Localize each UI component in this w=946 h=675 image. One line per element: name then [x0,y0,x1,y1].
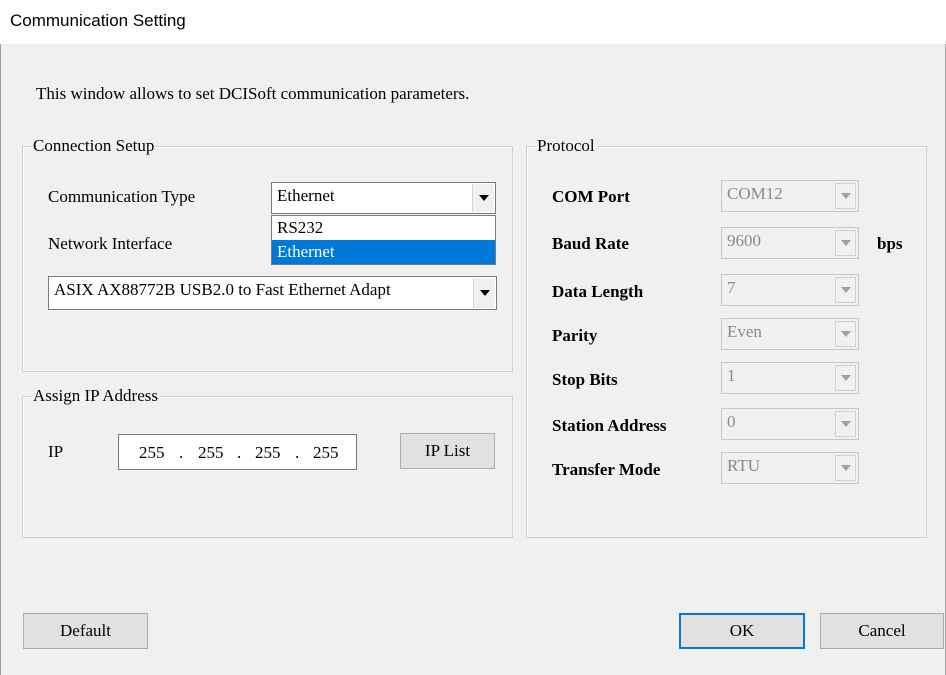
parity-select[interactable]: Even [721,318,859,350]
chevron-down-icon [480,290,490,296]
communication-type-select[interactable]: Ethernet [271,182,496,214]
ip-label: IP [48,442,64,461]
data-length-value: 7 [727,278,736,297]
data-length-select[interactable]: 7 [721,274,859,306]
ip-address-input[interactable]: 255 . 255 . 255 . 255 [118,434,357,470]
network-interface-arrow[interactable] [473,278,495,308]
baud-rate-arrow [835,230,856,256]
stop-bits-label: Stop Bits [552,370,618,389]
com-port-arrow [835,183,856,209]
default-button[interactable]: Default [23,613,148,649]
communication-type-dropdown: RS232 Ethernet [271,215,496,265]
chevron-down-icon [841,193,851,199]
transfer-mode-select[interactable]: RTU [721,452,859,484]
ip-dot-2: . [237,443,242,462]
communication-type-arrow[interactable] [472,184,494,212]
station-address-value: 0 [727,412,736,431]
network-interface-select[interactable]: ASIX AX88772B USB2.0 to Fast Ethernet Ad… [48,276,497,310]
chevron-down-icon [841,421,851,427]
ip-list-button[interactable]: IP List [400,433,495,469]
parity-arrow [835,321,856,347]
ip-octet-1[interactable]: 255 [139,443,165,463]
option-ethernet[interactable]: Ethernet [272,240,495,264]
protocol-legend: Protocol [537,136,595,155]
transfer-mode-value: RTU [727,456,760,475]
chevron-down-icon [841,287,851,293]
ip-octet-4[interactable]: 255 [313,443,339,463]
chevron-down-icon [841,465,851,471]
communication-type-value: Ethernet [277,186,335,205]
window-border-left [0,44,1,675]
assign-ip-legend: Assign IP Address [33,386,158,405]
cancel-button[interactable]: Cancel [820,613,944,649]
ip-dot-1: . [179,443,184,462]
com-port-value: COM12 [727,184,783,203]
com-port-label: COM Port [552,187,630,206]
intro-text: This window allows to set DCISoft commun… [36,84,470,103]
baud-rate-value: 9600 [727,231,761,250]
chevron-down-icon [841,375,851,381]
title-bar[interactable]: Communication Setting [0,0,946,44]
stop-bits-value: 1 [727,366,736,385]
ip-octet-3[interactable]: 255 [255,443,281,463]
network-interface-label: Network Interface [48,234,173,253]
ok-button[interactable]: OK [679,613,805,649]
baud-rate-select[interactable]: 9600 [721,227,859,259]
com-port-select[interactable]: COM12 [721,180,859,212]
parity-label: Parity [552,326,598,345]
stop-bits-arrow [835,365,856,391]
station-address-select[interactable]: 0 [721,408,859,440]
transfer-mode-label: Transfer Mode [552,460,661,479]
data-length-arrow [835,277,856,303]
chevron-down-icon [479,195,489,201]
communication-type-label: Communication Type [48,187,196,206]
connection-setup-legend: Connection Setup [33,136,155,155]
ip-octet-2[interactable]: 255 [198,443,224,463]
transfer-mode-arrow [835,455,856,481]
chevron-down-icon [841,331,851,337]
window-title: Communication Setting [10,11,186,30]
baud-rate-label: Baud Rate [552,234,629,253]
station-address-label: Station Address [552,416,667,435]
baud-unit-label: bps [877,234,903,253]
station-address-arrow [835,411,856,437]
stop-bits-select[interactable]: 1 [721,362,859,394]
data-length-label: Data Length [552,282,644,301]
chevron-down-icon [841,240,851,246]
network-interface-value: ASIX AX88772B USB2.0 to Fast Ethernet Ad… [54,280,391,299]
ip-dot-3: . [295,443,300,462]
option-rs232[interactable]: RS232 [272,216,495,240]
parity-value: Even [727,322,762,341]
